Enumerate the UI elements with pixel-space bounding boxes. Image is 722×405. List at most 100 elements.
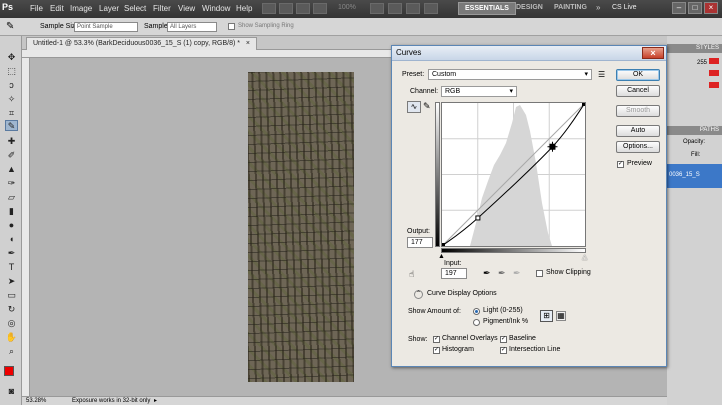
bridge-icon[interactable] (262, 3, 276, 14)
expand-display-options-icon[interactable]: ⌃ (414, 290, 423, 299)
menu-layer[interactable]: Layer (99, 4, 119, 13)
zoom-level-icon[interactable] (313, 3, 327, 14)
marquee-tool-icon[interactable]: ⬚ (5, 66, 18, 77)
workspace-essentials[interactable]: ESSENTIALS (458, 2, 516, 15)
history-brush-tool-icon[interactable]: ✑ (5, 178, 18, 189)
document-tab[interactable]: Untitled-1 @ 53.3% (BarkDeciduous0036_15… (26, 37, 258, 50)
3d-rotate-tool-icon[interactable]: ↻ (5, 304, 18, 315)
close-window-button[interactable]: × (704, 2, 718, 14)
color-slider-red[interactable] (709, 58, 719, 64)
channel-select[interactable]: RGB ▾ (441, 86, 517, 97)
blur-tool-icon[interactable]: ● (5, 220, 18, 231)
styles-panel-tab[interactable]: STYLES (667, 44, 722, 53)
lasso-tool-icon[interactable]: ↄ (5, 80, 18, 91)
menu-window[interactable]: Window (202, 4, 230, 13)
path-selection-tool-icon[interactable]: ➤ (5, 276, 18, 287)
pencil-draw-icon[interactable]: ✎ (423, 101, 431, 112)
workspace-painting[interactable]: PAINTING (548, 2, 593, 15)
vertical-ruler[interactable] (22, 58, 30, 396)
baseline-checkbox[interactable]: ✓ (500, 336, 507, 343)
auto-button[interactable]: Auto (616, 125, 660, 137)
menu-edit[interactable]: Edit (50, 4, 64, 13)
white-point-slider-icon[interactable]: △ (582, 253, 587, 261)
light-radio[interactable] (473, 308, 480, 315)
crop-tool-icon[interactable]: ⌗ (5, 108, 18, 119)
pigment-radio[interactable] (473, 319, 480, 326)
rotate-view-icon[interactable] (388, 3, 402, 14)
intersection-line-checkbox[interactable]: ✓ (500, 347, 507, 354)
curves-close-button[interactable]: × (642, 47, 664, 59)
shape-tool-icon[interactable]: ▭ (5, 290, 18, 301)
ok-button[interactable]: OK (616, 69, 660, 81)
preview-checkbox[interactable]: ✓ (617, 161, 624, 168)
menu-file[interactable]: File (30, 4, 43, 13)
curve-endpoint-white[interactable] (582, 103, 585, 106)
color-slider-green[interactable] (709, 70, 719, 76)
bark-texture-image[interactable] (248, 72, 354, 382)
hand-tool-icon[interactable] (370, 3, 384, 14)
preset-select[interactable]: Custom ▾ (428, 69, 592, 80)
channel-overlays-checkbox[interactable]: ✓ (433, 336, 440, 343)
simple-grid-icon[interactable]: ⊞ (540, 310, 553, 322)
histogram-checkbox[interactable]: ✓ (433, 347, 440, 354)
white-point-eyedropper-icon[interactable]: ✒ (513, 268, 521, 279)
sample-select[interactable]: All Layers (167, 22, 217, 32)
menu-select[interactable]: Select (124, 4, 146, 13)
curves-dialog-titlebar[interactable]: Curves × (392, 46, 666, 61)
dodge-tool-icon[interactable]: ◖ (5, 234, 18, 245)
menu-image[interactable]: Image (70, 4, 92, 13)
maximize-button[interactable]: □ (688, 2, 702, 14)
status-menu-arrow-icon[interactable]: ▸ (154, 397, 157, 404)
menu-help[interactable]: Help (236, 4, 252, 13)
menu-view[interactable]: View (178, 4, 195, 13)
pen-tool-icon[interactable]: ✒ (5, 248, 18, 259)
color-slider-blue[interactable] (709, 82, 719, 88)
layer-row-selected[interactable]: 0036_15_S (667, 164, 722, 188)
black-point-slider-icon[interactable]: ▲ (438, 253, 445, 260)
cs-live-button[interactable]: CS Live (612, 4, 637, 11)
gradient-tool-icon[interactable]: ▮ (5, 206, 18, 217)
workspace-design[interactable]: DESIGN (510, 2, 549, 15)
options-button[interactable]: Options... (616, 141, 660, 153)
move-tool-icon[interactable]: ✥ (5, 52, 18, 63)
minimize-button[interactable]: – (672, 2, 686, 14)
cancel-button[interactable]: Cancel (616, 85, 660, 97)
arrange-documents-icon[interactable] (406, 3, 420, 14)
hand-tool-icon[interactable]: ✋ (5, 332, 18, 343)
mini-bridge-icon[interactable] (279, 3, 293, 14)
document-tab-close-icon[interactable]: × (246, 40, 250, 47)
targeted-adjustment-hand-icon[interactable]: ☝ (409, 269, 414, 280)
gray-point-eyedropper-icon[interactable]: ✒ (498, 268, 506, 279)
paths-panel-tab[interactable]: PATHS (667, 126, 722, 135)
curve-graph[interactable] (441, 102, 586, 247)
clone-stamp-tool-icon[interactable]: ▲ (5, 164, 18, 175)
quick-mask-icon[interactable]: ◙ (5, 386, 18, 397)
view-extras-icon[interactable] (296, 3, 310, 14)
3d-orbit-tool-icon[interactable]: ◎ (5, 318, 18, 329)
quick-select-tool-icon[interactable]: ✧ (5, 94, 18, 105)
menu-filter[interactable]: Filter (153, 4, 171, 13)
zoom-tool-icon[interactable]: ⌕ (5, 346, 18, 357)
screen-mode-icon[interactable] (424, 3, 438, 14)
type-tool-icon[interactable]: T (5, 262, 18, 273)
output-field[interactable]: 177 (407, 237, 433, 248)
more-workspaces[interactable]: » (596, 3, 600, 12)
foreground-color-swatch[interactable] (4, 366, 14, 376)
horizontal-ruler[interactable] (22, 50, 392, 58)
black-point-eyedropper-icon[interactable]: ✒ (483, 268, 491, 279)
eraser-tool-icon[interactable]: ▱ (5, 192, 18, 203)
eyedropper-tool-preset-icon[interactable]: ✎ (6, 21, 14, 32)
zoom-readout[interactable]: 100% (338, 4, 356, 11)
curve-endpoint-black[interactable] (442, 243, 445, 246)
input-field[interactable]: 197 (441, 268, 467, 279)
healing-brush-tool-icon[interactable]: ✚ (5, 136, 18, 147)
curve-edit-points-icon[interactable]: ∿ (407, 101, 421, 113)
show-sampling-ring-checkbox[interactable] (228, 23, 235, 30)
eyedropper-tool-icon[interactable]: ✎ (5, 120, 18, 131)
sample-size-select[interactable]: Point Sample (74, 22, 138, 32)
curve-point[interactable] (475, 215, 481, 221)
preset-options-icon[interactable]: ☰ (598, 70, 605, 79)
detailed-grid-icon[interactable]: ▦ (556, 311, 566, 321)
status-zoom[interactable]: 53.28% (26, 398, 46, 404)
show-clipping-checkbox[interactable] (536, 270, 543, 277)
